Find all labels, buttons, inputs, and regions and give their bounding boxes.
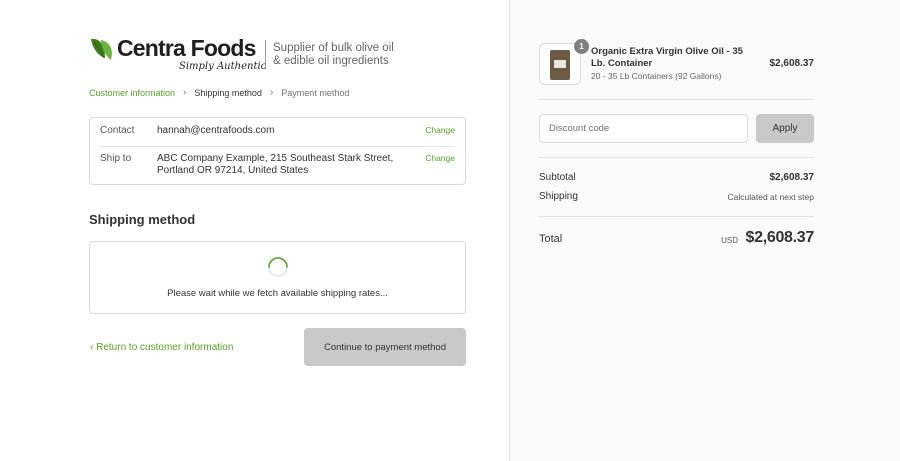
ship-to-value: ABC Company Example, 215 Southeast Stark… — [157, 153, 394, 176]
order-summary: 1 Organic Extra Virgin Olive Oil - 35 Lb… — [509, 0, 900, 461]
container-label-image — [554, 60, 566, 68]
total-label: Total — [539, 233, 563, 245]
product-line-item: 1 Organic Extra Virgin Olive Oil - 35 Lb… — [539, 39, 815, 87]
loading-message: Please wait while we fetch available shi… — [167, 288, 388, 299]
breadcrumb-shipping-method: Shipping method — [194, 87, 262, 98]
leaf-icon — [91, 38, 112, 60]
product-price: $2,608.37 — [769, 58, 815, 69]
subtotal-value: $2,608.37 — [769, 172, 815, 183]
breadcrumb-customer-information[interactable]: Customer information — [89, 88, 175, 98]
change-contact-link[interactable]: Change — [425, 125, 455, 135]
contact-label: Contact — [100, 125, 135, 136]
chevron-left-icon: ‹ — [90, 342, 94, 353]
shipping-rates-loader: Please wait while we fetch available shi… — [89, 241, 466, 314]
total-row: Total USD $2,608.37 — [539, 229, 814, 249]
checkout-main: Centra Foods Simply Authentic Supplier o… — [0, 0, 509, 461]
discount-code-input[interactable] — [539, 114, 748, 143]
continue-to-payment-button[interactable]: Continue to payment method — [304, 328, 466, 366]
review-block: Contact hannah@centrafoods.com Change Sh… — [89, 117, 466, 185]
total-value: $2,608.37 — [745, 229, 815, 246]
brand-tagline: Simply Authentic — [179, 61, 267, 72]
quantity-badge: 1 — [574, 39, 589, 54]
product-variant: 20 - 35 Lb Containers (92 Gallons) — [591, 71, 722, 81]
subtotal-label: Subtotal — [539, 172, 576, 183]
ship-to-label: Ship to — [100, 153, 132, 164]
chevron-right-icon: › — [269, 87, 274, 98]
contact-value: hannah@centrafoods.com — [157, 125, 275, 136]
change-ship-to-link[interactable]: Change — [425, 153, 455, 163]
currency-code: USD — [721, 236, 738, 245]
return-link-label: Return to customer information — [96, 342, 234, 353]
apply-discount-button[interactable]: Apply — [756, 114, 814, 143]
breadcrumb-payment-method: Payment method — [281, 87, 350, 98]
brand-supplier-text: Supplier of bulk olive oil & edible oil … — [273, 42, 394, 67]
summary-divider — [539, 157, 814, 158]
spinner-icon — [268, 257, 288, 277]
review-divider — [100, 146, 455, 147]
brand-name: Centra Foods — [117, 35, 256, 61]
shipping-method-title: Shipping method — [89, 212, 196, 227]
chevron-right-icon: › — [183, 87, 187, 98]
product-name: Organic Extra Virgin Olive Oil - 35 Lb. … — [591, 46, 743, 69]
shipping-row: Shipping Calculated at next step — [539, 191, 814, 202]
summary-divider — [539, 216, 814, 217]
subtotal-row: Subtotal $2,608.37 — [539, 172, 814, 183]
return-to-customer-information-link[interactable]: ‹ Return to customer information — [90, 342, 233, 353]
logo-divider — [265, 40, 266, 69]
shipping-label: Shipping — [539, 191, 578, 202]
product-thumbnail: 1 — [539, 39, 589, 85]
summary-divider — [539, 99, 814, 100]
shipping-value: Calculated at next step — [727, 192, 814, 202]
breadcrumb: Customer information › Shipping method ›… — [89, 87, 349, 98]
brand-logo[interactable]: Centra Foods Simply Authentic Supplier o… — [89, 34, 394, 76]
